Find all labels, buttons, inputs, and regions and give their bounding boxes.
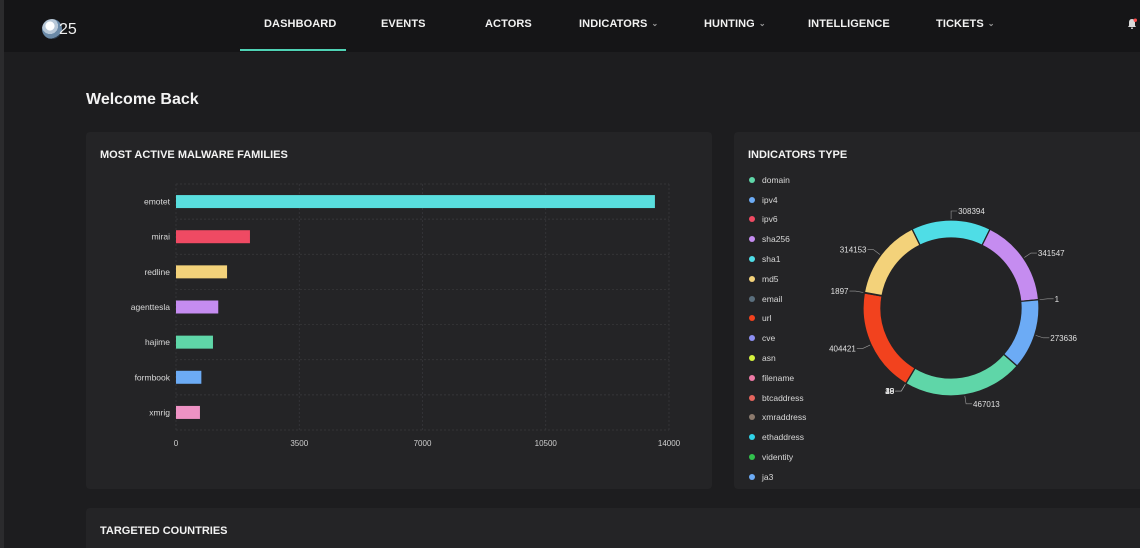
- slice-leader-line: [867, 249, 881, 255]
- chevron-down-icon: ⌄: [987, 19, 995, 28]
- slice-data-label: 341547: [1038, 249, 1065, 258]
- app-frame: 25 DASHBOARD EVENTS ACTORS INDICATORS ⌄ H…: [0, 0, 1140, 548]
- nav-events[interactable]: EVENTS: [381, 18, 426, 30]
- indicators-type-card: INDICATORS TYPE domain ipv4 ipv6 sha256 sha1…: [734, 132, 1140, 489]
- nav-tickets[interactable]: TICKETS ⌄: [936, 18, 995, 30]
- slice-leader-line: [1035, 335, 1050, 339]
- donut-slice[interactable]: [1002, 298, 1040, 367]
- nav-hunting-label: HUNTING: [704, 18, 755, 30]
- donut-slice[interactable]: [911, 219, 991, 247]
- logo[interactable]: 25: [42, 18, 77, 39]
- donut-slice[interactable]: [863, 228, 921, 297]
- donut-slice[interactable]: [904, 353, 1019, 397]
- slice-data-label: 18: [885, 387, 894, 396]
- nav-actors[interactable]: ACTORS: [485, 18, 532, 30]
- nav-intelligence[interactable]: INTELLIGENCE: [808, 18, 890, 30]
- bell-icon[interactable]: [1127, 18, 1137, 30]
- category-label: agenttesla: [131, 302, 170, 312]
- slice-leader-line: [895, 384, 906, 392]
- indicators-donut-chart: 4670134035291840442118973141533083943415…: [829, 207, 1077, 409]
- slice-leader-line: [856, 344, 871, 349]
- malware-bar-chart: 0 3500 7000 10500 14000 emotet mirai redline age…: [131, 183, 681, 448]
- bar[interactable]: [176, 370, 202, 384]
- slice-data-label: 467013: [973, 400, 1000, 409]
- nav-hunting[interactable]: HUNTING ⌄: [704, 18, 766, 30]
- slice-leader-line: [964, 395, 973, 405]
- x-tick-label: 14000: [658, 439, 681, 448]
- slice-data-label: 1897: [831, 287, 849, 296]
- slice-data-label: 404421: [829, 344, 856, 353]
- category-label: xmrig: [149, 407, 170, 417]
- category-label: formbook: [135, 372, 171, 382]
- slice-leader-line: [895, 384, 906, 392]
- top-navigation: 25 DASHBOARD EVENTS ACTORS INDICATORS ⌄ H…: [4, 0, 1140, 52]
- logo-text: 25: [59, 21, 77, 38]
- category-label: redline: [144, 267, 170, 277]
- nav-active-indicator: [240, 49, 346, 51]
- slice-leader-line: [1039, 298, 1054, 300]
- slice-data-label: 273636: [1050, 334, 1077, 343]
- bar[interactable]: [176, 230, 250, 244]
- nav-events-label: EVENTS: [381, 18, 426, 30]
- bar[interactable]: [176, 300, 219, 314]
- welcome-heading: Welcome Back: [86, 91, 199, 108]
- nav-dashboard-label: DASHBOARD: [264, 18, 337, 30]
- malware-families-card: MOST ACTIVE MALWARE FAMILIES 0 3500 7000 10…: [86, 132, 712, 489]
- chevron-down-icon: ⌄: [651, 19, 659, 28]
- x-tick-label: 7000: [414, 439, 432, 448]
- slice-data-label: 1: [1055, 295, 1060, 304]
- x-tick-label: 10500: [535, 439, 558, 448]
- nav-dashboard[interactable]: DASHBOARD: [264, 18, 336, 30]
- chevron-down-icon: ⌄: [758, 19, 766, 28]
- slice-leader-line: [1024, 252, 1037, 258]
- x-tick-label: 3500: [290, 439, 308, 448]
- bar[interactable]: [176, 335, 213, 349]
- category-label: mirai: [152, 232, 171, 242]
- bar[interactable]: [176, 265, 228, 279]
- nav-indicators[interactable]: INDICATORS ⌄: [579, 18, 658, 30]
- x-tick-label: 0: [174, 439, 179, 448]
- donut-slice[interactable]: [862, 292, 916, 385]
- bar[interactable]: [176, 195, 655, 209]
- slice-leader-line: [895, 384, 906, 392]
- bar[interactable]: [176, 405, 200, 419]
- slice-leader-line: [895, 384, 906, 392]
- nav-actors-label: ACTORS: [485, 18, 532, 30]
- nav-indicators-label: INDICATORS: [579, 18, 648, 30]
- donut-slice[interactable]: [981, 228, 1040, 303]
- slice-leader-line: [950, 210, 958, 220]
- category-label: hajime: [145, 337, 170, 347]
- countries-card-title: TARGETED COUNTRIES: [100, 525, 228, 537]
- nav-tickets-label: TICKETS: [936, 18, 984, 30]
- slice-data-label: 314153: [840, 246, 867, 255]
- slice-leader-line: [849, 290, 864, 293]
- targeted-countries-card: TARGETED COUNTRIES: [86, 508, 1140, 548]
- category-label: emotet: [144, 197, 171, 207]
- slice-data-label: 308394: [958, 207, 985, 216]
- nav-intelligence-label: INTELLIGENCE: [808, 18, 890, 30]
